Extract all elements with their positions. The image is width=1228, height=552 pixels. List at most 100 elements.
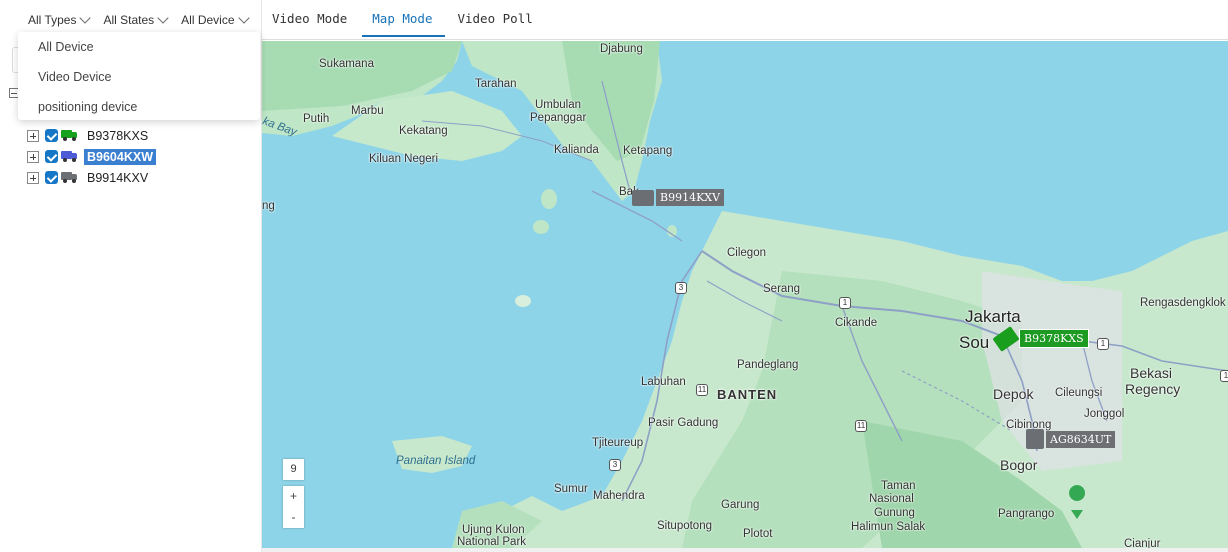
map-label: BANTEN	[717, 387, 778, 402]
map-label: Cianjur	[1124, 538, 1161, 548]
zoom-level: 9	[283, 459, 304, 480]
map-label: Marbu	[351, 105, 384, 117]
map-label: National Park	[457, 536, 527, 548]
map-label: Rengasdengklok	[1140, 297, 1226, 309]
type-filter-label: All Types	[28, 13, 77, 27]
device-filter[interactable]: All Device	[181, 12, 250, 27]
tab-video-mode[interactable]: Video Mode	[272, 0, 360, 39]
vehicle-tree: B9378KXS B9604KXW B9914KXV	[27, 125, 156, 188]
vehicle-plate[interactable]: B9914KXV	[84, 170, 151, 186]
map-label: Kekatang	[399, 125, 448, 137]
map-label: Garung	[721, 499, 760, 511]
truck-icon	[61, 151, 78, 162]
road-shield: 1	[1220, 370, 1228, 382]
map-label: Tjiteureup	[592, 437, 644, 449]
map-bottom-edge	[262, 548, 1228, 552]
tree-row[interactable]: B9604KXW	[27, 146, 156, 167]
map-label: Umbulan	[535, 99, 582, 111]
map-label: Jonggol	[1084, 408, 1125, 420]
truck-icon	[61, 172, 78, 183]
map-label: Kalianda	[554, 144, 599, 156]
device-panel: All Types All States All Device All Devi…	[0, 0, 262, 552]
map-label: Kiluan Negeri	[369, 153, 439, 165]
device-filter-label: All Device	[181, 13, 235, 27]
map-label: Cilegon	[727, 247, 766, 259]
vehicle-marker[interactable]: B9378KXS	[992, 325, 1089, 352]
map-label: Taman	[881, 480, 916, 492]
map-label: Halimun Salak	[851, 521, 926, 533]
map-label: Situpotong	[657, 520, 712, 532]
road-shield: 3	[609, 459, 621, 471]
map-label: Regency	[1125, 381, 1181, 397]
map-label: Depok	[993, 386, 1034, 402]
device-filter-dropdown: All Device Video Device positioning devi…	[18, 32, 260, 120]
map-label: Pepanggar	[530, 112, 587, 124]
truck-icon	[992, 325, 1020, 352]
map-label: Putih	[303, 113, 330, 125]
map-label: Pasir Gadung	[648, 417, 719, 429]
map-label: Ujung Kulon	[462, 524, 525, 536]
road-shield: 11	[696, 384, 708, 396]
map-label: Serang	[763, 283, 801, 295]
road-shield: 3	[675, 282, 687, 294]
map-label: Sumur	[554, 483, 588, 495]
checkbox[interactable]	[45, 150, 58, 163]
expand-icon[interactable]	[27, 129, 39, 142]
vehicle-marker[interactable]: B9914KXV	[632, 189, 725, 206]
chevron-down-icon	[237, 12, 250, 24]
map-label: Bogor	[1000, 457, 1038, 473]
truck-icon	[632, 189, 654, 206]
map-label: Pandeglang	[737, 359, 799, 371]
map-label: Djabung	[600, 43, 643, 55]
map-label: Gunung	[874, 507, 915, 519]
expand-icon[interactable]	[27, 171, 39, 184]
tree-row[interactable]: B9378KXS	[27, 125, 156, 146]
truck-icon	[61, 130, 78, 141]
chevron-down-icon	[157, 12, 169, 24]
dropdown-option-video-device[interactable]: Video Device	[18, 68, 260, 98]
dropdown-option-all-device[interactable]: All Device	[18, 38, 260, 68]
map-label: Jakarta	[965, 307, 1021, 326]
tree-row[interactable]: B9914KXV	[27, 167, 156, 188]
map-label: ng	[262, 200, 275, 212]
map-label: Nasional	[869, 493, 914, 505]
vehicle-marker-label: B9378KXS	[1019, 329, 1089, 348]
map-label: Ketapang	[623, 145, 673, 157]
tab-map-mode[interactable]: Map Mode	[362, 0, 446, 39]
checkbox[interactable]	[45, 129, 58, 142]
map-label: Plotot	[743, 528, 773, 540]
type-filter[interactable]: All Types	[28, 12, 92, 27]
app-root: All Types All States All Device All Devi…	[0, 0, 1228, 552]
truck-icon	[1026, 429, 1044, 449]
map-label: Labuhan	[641, 376, 686, 388]
zoom-control: + -	[283, 486, 304, 528]
zoom-in-button[interactable]: +	[283, 486, 304, 507]
tab-video-poll[interactable]: Video Poll	[457, 0, 545, 39]
map-label: Pangrango	[998, 508, 1055, 520]
checkbox[interactable]	[45, 171, 58, 184]
dropdown-option-positioning-device[interactable]: positioning device	[18, 98, 260, 128]
zoom-out-button[interactable]: -	[283, 507, 304, 528]
mode-tabs: Video Mode Map Mode Video Poll	[262, 0, 1228, 40]
expand-icon[interactable]	[27, 150, 39, 163]
state-filter-label: All States	[103, 13, 155, 27]
vehicle-plate[interactable]: B9604KXW	[84, 148, 156, 165]
vehicle-plate[interactable]: B9378KXS	[84, 128, 151, 144]
road-shield: 11	[855, 420, 867, 432]
road-shield: 1	[1097, 338, 1109, 350]
vehicle-marker-label: AG8634UT	[1046, 430, 1116, 448]
road-shield: 1	[839, 297, 851, 309]
map-label: Tarahan	[475, 78, 517, 90]
map-label: Bekasi	[1130, 365, 1173, 381]
map-view[interactable]: Djabung Sukamana Tarahan Umbulan Pepangg…	[262, 41, 1228, 548]
map-label: Sukamana	[319, 58, 374, 70]
map-label: Sou	[959, 333, 990, 352]
chevron-down-icon	[79, 12, 92, 24]
state-filter[interactable]: All States	[103, 12, 169, 27]
vehicle-marker[interactable]: AG8634UT	[1026, 429, 1116, 449]
map-terrain	[262, 41, 1228, 548]
map-label: Mahendra	[593, 490, 645, 502]
vehicle-marker-label: B9914KXV	[656, 189, 725, 206]
map-label: Cikande	[835, 317, 878, 329]
map-label: Panaitan Island	[396, 455, 476, 467]
